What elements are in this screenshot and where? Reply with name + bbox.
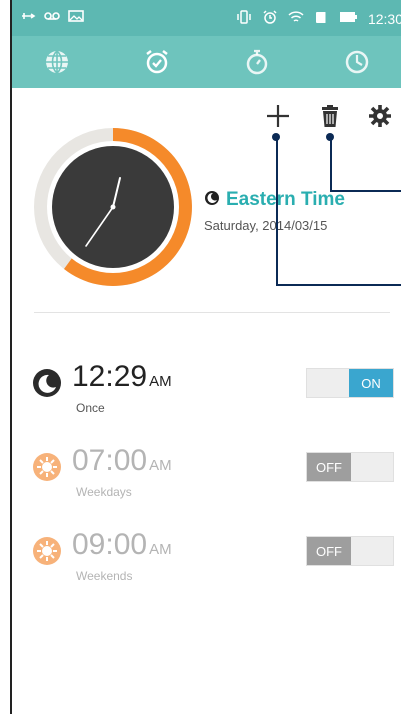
toggle-knob: ON bbox=[349, 369, 393, 397]
tab-bar bbox=[12, 36, 401, 88]
sun-icon bbox=[33, 537, 61, 565]
clock-date: Saturday, 2014/03/15 bbox=[204, 218, 328, 233]
tab-timer[interactable] bbox=[312, 36, 401, 88]
analog-clock bbox=[34, 128, 192, 286]
alarm-status-icon bbox=[262, 10, 278, 27]
alarm-item[interactable]: 07:00 AM Weekdays OFF bbox=[32, 444, 401, 514]
delete-alarm-button[interactable] bbox=[312, 98, 348, 134]
alarm-item[interactable]: 09:00 AM Weekends OFF bbox=[32, 528, 401, 598]
add-alarm-button[interactable] bbox=[260, 98, 296, 134]
trash-icon bbox=[322, 105, 338, 127]
city-name: Eastern Time bbox=[226, 189, 345, 210]
alarm-toggle[interactable]: ON bbox=[306, 368, 394, 398]
image-icon bbox=[68, 10, 84, 25]
alarm-repeat: Weekends bbox=[76, 569, 133, 583]
plus-icon bbox=[267, 105, 289, 127]
battery-icon bbox=[339, 11, 358, 26]
alarm-time: 09:00 AM bbox=[72, 528, 172, 561]
city-row[interactable]: Eastern Time bbox=[204, 189, 345, 211]
alarm-repeat: Once bbox=[76, 401, 105, 415]
usb-icon bbox=[20, 10, 36, 25]
tab-world-clock[interactable] bbox=[12, 36, 102, 88]
divider bbox=[34, 312, 390, 313]
gear-icon bbox=[369, 105, 391, 127]
status-time: 12:30 bbox=[367, 10, 401, 27]
alarm-clock-icon bbox=[146, 50, 168, 74]
settings-button[interactable] bbox=[362, 98, 398, 134]
signal-icon bbox=[314, 10, 330, 27]
sun-icon bbox=[33, 453, 61, 481]
night-icon bbox=[204, 190, 220, 211]
toggle-knob: OFF bbox=[307, 453, 351, 481]
tab-stopwatch[interactable] bbox=[212, 36, 302, 88]
alarm-time: 07:00 AM bbox=[72, 444, 172, 477]
phone-screen: 12:30 Eastern Time Saturday, 2014/03/15 … bbox=[10, 0, 401, 714]
vibrate-icon bbox=[236, 10, 252, 27]
alarm-time: 12:29 AM bbox=[72, 360, 172, 393]
wifi-icon bbox=[288, 10, 304, 27]
status-bar: 12:30 bbox=[12, 0, 401, 36]
tab-alarm[interactable] bbox=[112, 36, 202, 88]
voicemail-icon bbox=[44, 10, 60, 25]
globe-icon bbox=[46, 50, 68, 74]
alarm-toggle[interactable]: OFF bbox=[306, 536, 394, 566]
alarm-item[interactable]: 12:29 AM Once ON bbox=[32, 360, 401, 430]
stopwatch-icon bbox=[246, 49, 268, 75]
moon-icon bbox=[33, 369, 61, 397]
toggle-knob: OFF bbox=[307, 537, 351, 565]
alarm-toggle[interactable]: OFF bbox=[306, 452, 394, 482]
timer-icon bbox=[345, 50, 369, 74]
alarm-repeat: Weekdays bbox=[76, 485, 132, 499]
